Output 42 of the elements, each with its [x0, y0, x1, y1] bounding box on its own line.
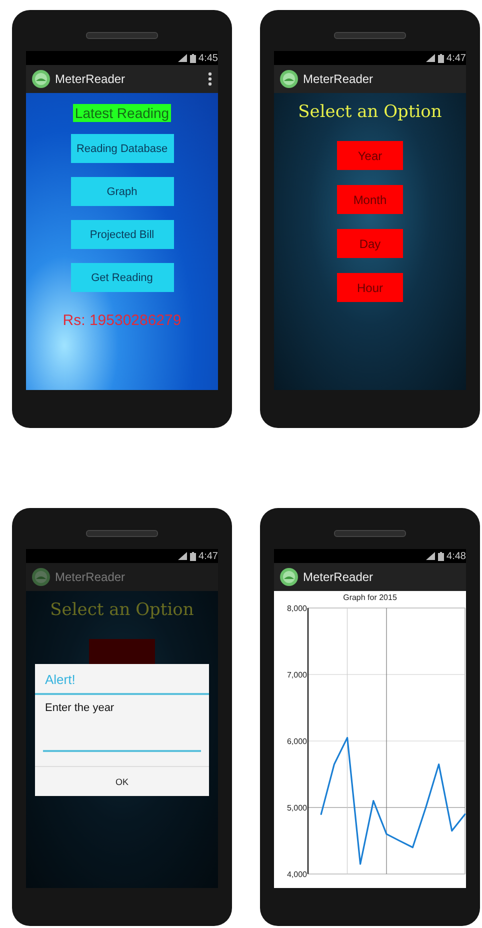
app-logo-icon	[280, 568, 298, 586]
menu-button[interactable]: Get Reading	[70, 263, 174, 292]
speaker-grille	[86, 32, 158, 39]
signal-icon	[426, 552, 435, 560]
y-tick-label: 5,000	[286, 804, 307, 812]
ok-button[interactable]: OK	[35, 766, 209, 796]
y-tick-label: 7,000	[286, 670, 307, 680]
app-logo-icon	[32, 70, 50, 88]
speaker-grille	[334, 32, 406, 39]
screen-heading: Select an Option	[50, 600, 194, 620]
app-logo-icon	[280, 70, 298, 88]
app-logo-icon	[32, 568, 50, 586]
menu-button[interactable]: Projected Bill	[70, 220, 174, 249]
signal-icon	[178, 552, 187, 560]
app-title: MeterReader	[303, 72, 374, 86]
signal-icon	[426, 54, 435, 62]
battery-icon	[438, 552, 444, 560]
y-tick-label: 6,000	[286, 737, 307, 746]
status-time: 4:45	[198, 52, 218, 64]
screen-heading: Select an Option	[298, 102, 442, 122]
chart-title: Graph for 2015	[343, 593, 397, 602]
battery-icon	[438, 54, 444, 62]
battery-icon	[190, 54, 196, 62]
app-title: MeterReader	[55, 570, 126, 584]
battery-icon	[190, 552, 196, 560]
overflow-menu-icon[interactable]	[208, 72, 212, 86]
app-title: MeterReader	[303, 570, 374, 584]
menu-button[interactable]: Reading Database	[70, 134, 174, 163]
status-time: 4:48	[446, 550, 466, 562]
dialog-title: Alert!	[35, 664, 209, 695]
signal-icon	[178, 54, 187, 62]
bill-amount: Rs: 19530286279	[62, 312, 182, 329]
menu-button[interactable]: Graph	[70, 177, 174, 206]
app-title: MeterReader	[55, 72, 126, 86]
speaker-grille	[86, 530, 158, 537]
y-tick-label: 4,000	[286, 870, 307, 879]
dialog-message: Enter the year	[44, 701, 116, 714]
status-time: 4:47	[198, 550, 218, 562]
y-tick-label: 8,000	[286, 604, 307, 613]
status-time: 4:47	[446, 52, 466, 64]
speaker-grille	[334, 530, 406, 537]
latest-reading-label: Latest Reading	[72, 104, 172, 122]
